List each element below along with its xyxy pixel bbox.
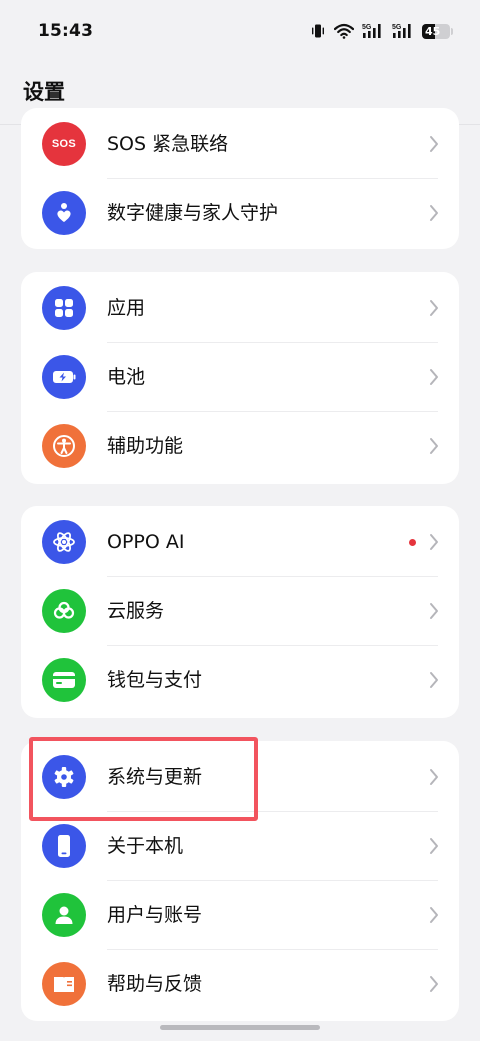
gear-icon: [42, 755, 86, 799]
signal-5g-label-1: 5G: [362, 24, 372, 31]
settings-item-battery[interactable]: 电池: [21, 343, 459, 412]
settings-item-users-accounts[interactable]: 用户与账号: [21, 881, 459, 950]
chevron-right-icon: [430, 369, 438, 385]
settings-item-oppo-ai[interactable]: OPPO AI: [21, 508, 459, 577]
signal-5g-icon-1: 5G: [362, 24, 381, 38]
notification-badge: [409, 539, 416, 546]
cloud-service-icon: [42, 589, 86, 633]
chevron-right-icon: [430, 136, 438, 152]
settings-item-label: 电池: [107, 366, 146, 388]
wifi-icon: [334, 23, 354, 39]
user-icon: [42, 893, 86, 937]
page-title: 设置: [23, 80, 65, 104]
settings-item-label: 辅助功能: [107, 435, 184, 457]
settings-item-accessibility[interactable]: 辅助功能: [21, 412, 459, 481]
chevron-right-icon: [430, 438, 438, 454]
vibrate-icon: [312, 24, 324, 38]
chevron-right-icon: [430, 300, 438, 316]
settings-item-label: 数字健康与家人守护: [107, 202, 279, 224]
settings-group-2: 应用 电池 辅助功能: [21, 272, 459, 484]
apps-grid-icon: [42, 286, 86, 330]
settings-item-system-update[interactable]: 系统与更新: [21, 743, 459, 812]
settings-group-1: SOS SOS 紧急联络 数字健康与家人守护: [21, 108, 459, 249]
battery-charging-icon: [42, 355, 86, 399]
heart-hand-icon: [42, 191, 86, 235]
settings-group-3: OPPO AI 云服务 钱包与支付: [21, 506, 459, 718]
settings-item-label: OPPO AI: [107, 531, 185, 553]
settings-item-help-feedback[interactable]: 帮助与反馈: [21, 950, 459, 1019]
settings-item-cloud[interactable]: 云服务: [21, 577, 459, 646]
home-indicator[interactable]: [160, 1025, 320, 1030]
settings-group-4: 系统与更新 关于本机 用户与账号 帮助与反馈: [21, 741, 459, 1021]
signal-5g-label-2: 5G: [392, 24, 402, 31]
settings-item-digital-wellbeing[interactable]: 数字健康与家人守护: [21, 179, 459, 248]
settings-item-about-phone[interactable]: 关于本机: [21, 812, 459, 881]
chevron-right-icon: [430, 907, 438, 923]
wallet-card-icon: [42, 658, 86, 702]
status-time: 15:43: [38, 21, 94, 41]
settings-item-label: 关于本机: [107, 835, 184, 857]
sos-icon-text: SOS: [51, 138, 77, 150]
phone-icon: [42, 824, 86, 868]
ai-sparkle-icon: [42, 520, 86, 564]
chevron-right-icon: [430, 672, 438, 688]
settings-item-label: 帮助与反馈: [107, 973, 203, 995]
chevron-right-icon: [430, 205, 438, 221]
battery-level: 45: [425, 24, 441, 38]
status-icons: 5G 5G 45: [310, 22, 453, 40]
settings-item-label: 钱包与支付: [107, 669, 203, 691]
chevron-right-icon: [430, 838, 438, 854]
settings-item-label: SOS 紧急联络: [107, 133, 229, 155]
chevron-right-icon: [430, 769, 438, 785]
settings-item-sos[interactable]: SOS SOS 紧急联络: [21, 110, 459, 179]
chevron-right-icon: [430, 603, 438, 619]
settings-item-label: 用户与账号: [107, 904, 203, 926]
settings-item-label: 云服务: [107, 600, 165, 622]
settings-item-apps[interactable]: 应用: [21, 274, 459, 343]
signal-5g-icon-2: 5G: [392, 24, 411, 38]
chevron-right-icon: [430, 976, 438, 992]
sos-icon: SOS: [42, 122, 86, 166]
accessibility-icon: [42, 424, 86, 468]
battery-icon: 45: [422, 23, 453, 39]
help-book-icon: [42, 962, 86, 1006]
settings-item-wallet[interactable]: 钱包与支付: [21, 646, 459, 715]
chevron-right-icon: [430, 534, 438, 550]
settings-item-label: 应用: [107, 297, 146, 319]
status-bar: 15:43 5G 5G 45: [0, 0, 480, 62]
settings-item-label: 系统与更新: [107, 766, 203, 788]
